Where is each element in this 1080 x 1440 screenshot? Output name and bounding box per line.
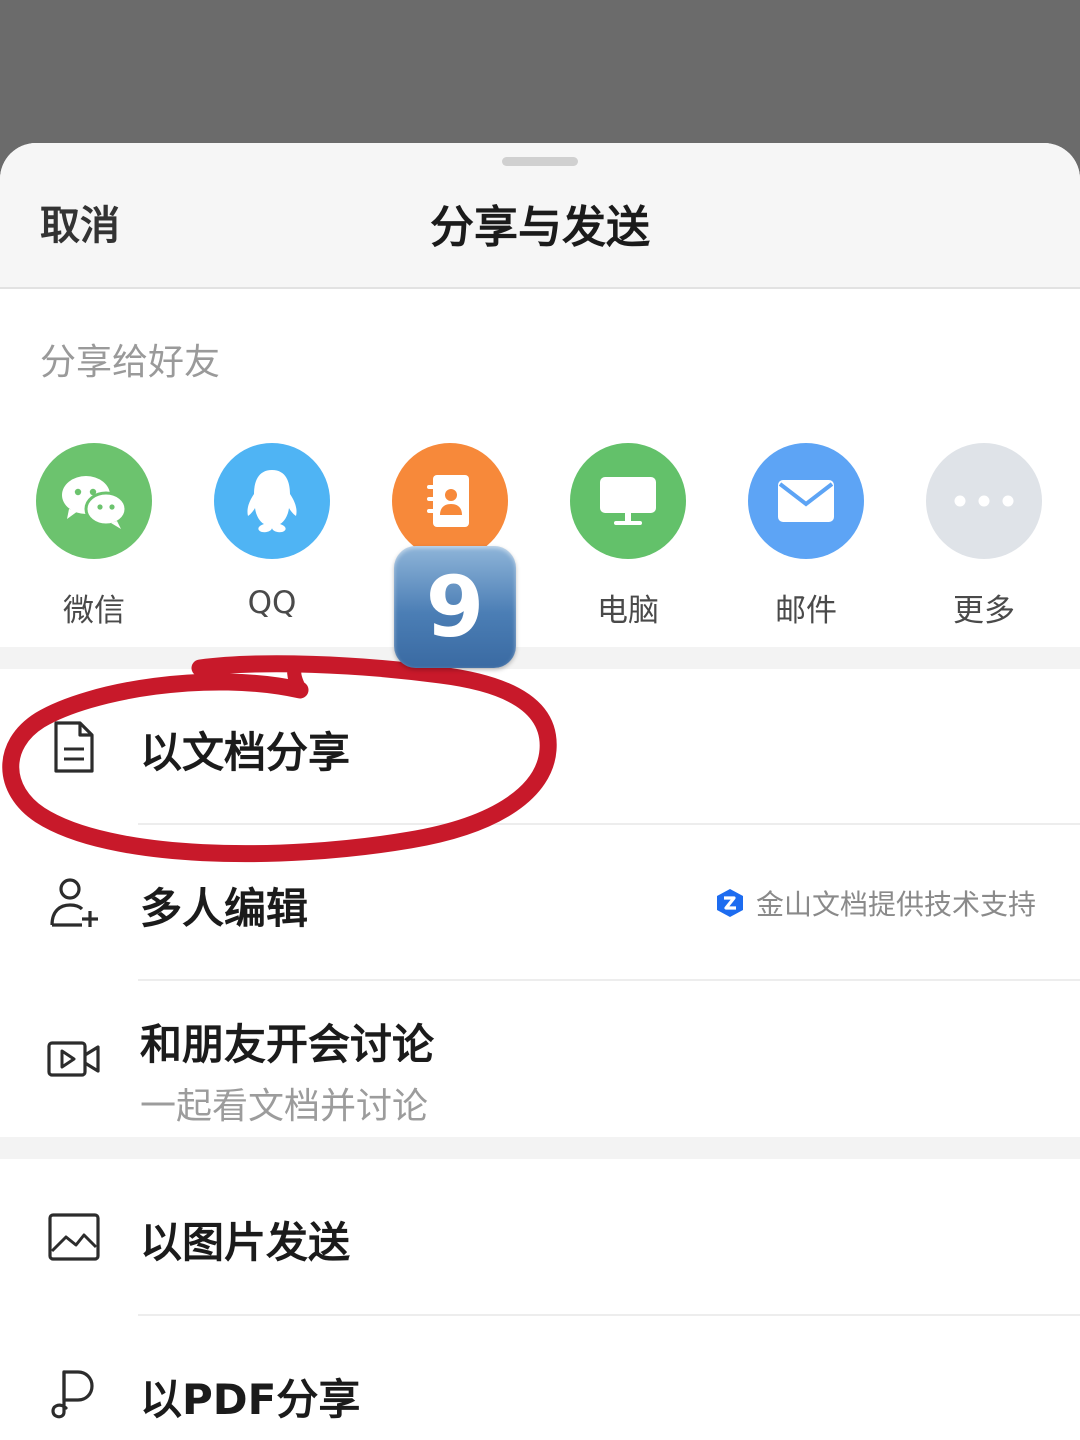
share-as-pdf-label: 以PDF分享 — [140, 1375, 361, 1424]
share-app-label: 邮件 — [775, 593, 837, 629]
share-more-button[interactable]: 更多 — [926, 443, 1042, 629]
wechat-icon — [36, 443, 152, 559]
share-computer-button[interactable]: 电脑 — [570, 443, 686, 629]
add-person-icon — [50, 878, 98, 927]
sheet-header: 取消 分享与发送 — [0, 143, 1080, 289]
meeting-discuss-sublabel: 一起看文档并讨论 — [140, 1086, 429, 1127]
section-separator — [0, 647, 1080, 669]
share-app-label: 更多 — [953, 593, 1015, 629]
powered-by-kdocs: 金山文档提供技术支持 — [716, 883, 1036, 923]
share-as-pdf-item[interactable]: 以PDF分享 — [0, 1316, 1080, 1440]
video-meeting-icon — [47, 1041, 100, 1077]
multi-person-edit-label: 多人编辑 — [140, 884, 309, 933]
powered-by-text: 金山文档提供技术支持 — [755, 888, 1036, 921]
qq-penguin-icon — [214, 443, 330, 559]
kdocs-logo-icon — [716, 889, 743, 917]
share-as-document-item[interactable]: 以文档分享 — [0, 669, 1080, 824]
share-to-friends-label: 分享给好友 — [40, 342, 221, 383]
multi-person-edit-item[interactable]: 多人编辑 金山文档提供技术支持 — [0, 825, 1080, 980]
document-icon — [54, 721, 94, 773]
image-icon — [48, 1213, 100, 1261]
more-dots-icon — [926, 443, 1042, 559]
number-badge: 9 — [394, 546, 516, 668]
drag-handle[interactable] — [502, 157, 578, 166]
share-contacts-button[interactable]: 通讯录 — [392, 443, 508, 629]
share-app-label: 电脑 — [597, 593, 659, 629]
send-as-image-item[interactable]: 以图片发送 — [0, 1159, 1080, 1314]
share-as-document-label: 以文档分享 — [140, 728, 351, 777]
send-as-image-label: 以图片发送 — [140, 1218, 351, 1267]
contacts-book-icon — [392, 443, 508, 559]
sheet-title: 分享与发送 — [430, 202, 650, 253]
share-wechat-button[interactable]: 微信 — [36, 443, 152, 629]
share-app-label: QQ — [247, 585, 297, 621]
mail-envelope-icon — [748, 443, 864, 559]
meeting-discuss-label: 和朋友开会讨论 — [140, 1020, 435, 1069]
section-separator — [0, 1137, 1080, 1159]
pdf-icon — [51, 1370, 94, 1419]
meeting-discuss-item[interactable]: 和朋友开会讨论 一起看文档并讨论 — [0, 981, 1080, 1137]
share-qq-button[interactable]: QQ — [214, 443, 330, 621]
computer-monitor-icon — [570, 443, 686, 559]
share-mail-button[interactable]: 邮件 — [748, 443, 864, 629]
share-sheet: 取消 分享与发送 分享给好友 微信 QQ 电脑 邮件 更多 以文档分享 多人编辑… — [0, 143, 1080, 1440]
share-app-label: 微信 — [63, 593, 125, 629]
